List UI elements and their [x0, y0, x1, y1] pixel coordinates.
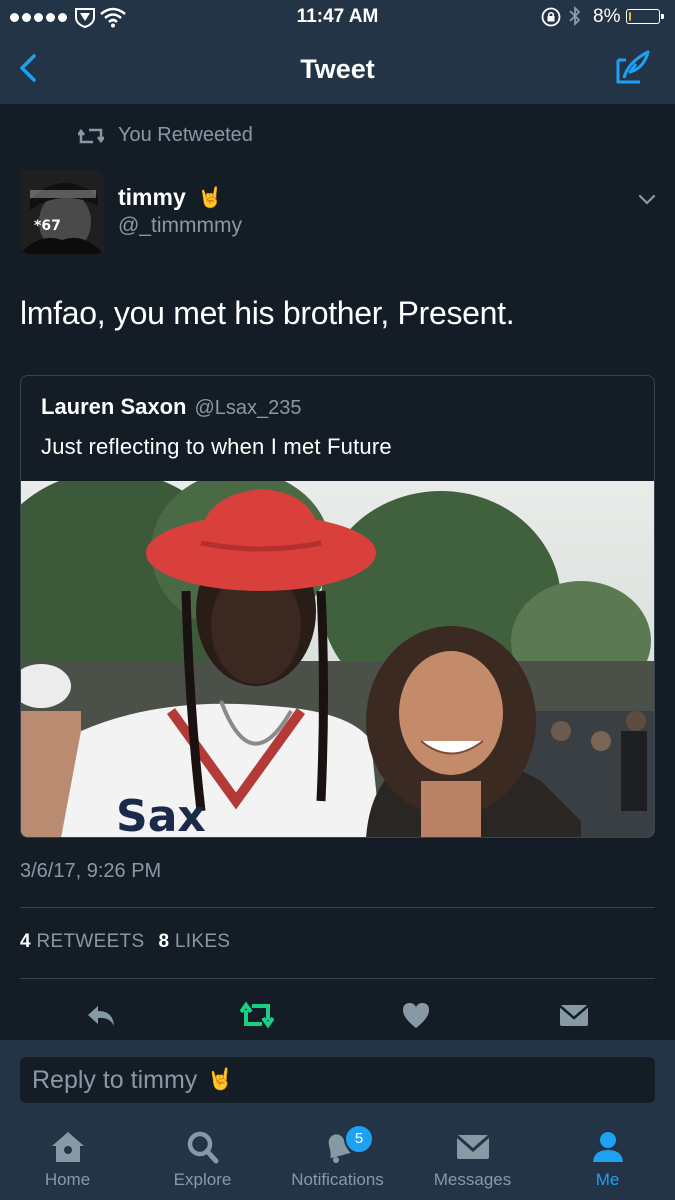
rock-hand-emoji: 🤘 [207, 1068, 234, 1091]
retweet-count: 4 [20, 931, 31, 952]
orientation-lock-icon [541, 7, 561, 27]
quoted-handle: @Lsax_235 [194, 397, 302, 419]
home-icon [51, 1132, 84, 1162]
reply-placeholder: Reply to timmy [32, 1065, 198, 1094]
divider [20, 907, 655, 908]
tab-notifications[interactable]: Notifications [270, 1128, 405, 1190]
battery-percent: 8% [593, 6, 621, 27]
chevron-down-icon[interactable] [636, 188, 658, 210]
reply-button[interactable] [84, 998, 118, 1032]
quoted-tweet-card[interactable]: Lauren Saxon @Lsax_235 Just reflecting t… [20, 375, 655, 838]
retweet-notice: You Retweeted [78, 124, 253, 147]
tab-explore[interactable]: Explore [135, 1128, 270, 1190]
retweet-icon [78, 128, 104, 143]
like-button[interactable] [399, 998, 433, 1032]
tab-notifications-label: Notifications [291, 1170, 384, 1189]
tab-me[interactable]: Me [540, 1128, 675, 1190]
reply-input[interactable]: Reply to timmy 🤘 [20, 1057, 655, 1103]
tweet-text: lmfao, you met his brother, Present. [20, 295, 515, 331]
retweets-label: RETWEETS [36, 931, 145, 952]
author-handle[interactable]: @_timmmmy [118, 214, 242, 238]
tab-messages-label: Messages [433, 1170, 512, 1189]
status-bar: 11:47 AM 8% [0, 0, 675, 34]
avatar-caption: *67 [34, 218, 61, 234]
tab-home[interactable]: Home [0, 1128, 135, 1190]
person-icon [592, 1132, 623, 1162]
tab-messages[interactable]: Messages [405, 1128, 540, 1190]
retweet-notice-label: You Retweeted [118, 124, 253, 146]
retweet-button[interactable] [240, 998, 274, 1032]
quoted-tweet-header: Lauren Saxon @Lsax_235 [41, 394, 302, 420]
tab-me-label: Me [595, 1170, 620, 1189]
author-name-row[interactable]: timmy 🤘 [118, 184, 223, 211]
rock-hand-emoji: 🤘 [197, 187, 223, 209]
like-count: 8 [158, 931, 170, 952]
search-icon [187, 1131, 218, 1164]
page-title: Tweet [300, 54, 375, 84]
tweet-timestamp: 3/6/17, 9:26 PM [20, 860, 162, 882]
like-count-link[interactable]: 8 LIKES [158, 931, 230, 953]
compose-tweet-button[interactable] [612, 48, 652, 88]
battery-level [629, 12, 631, 21]
quoted-tweet-text: Just reflecting to when I met Future [41, 434, 392, 459]
battery-icon [626, 9, 664, 24]
quoted-display-name: Lauren Saxon [41, 394, 187, 419]
retweet-count-link[interactable]: 4 RETWEETS [20, 931, 144, 953]
avatar[interactable]: *67 [20, 170, 104, 254]
tweet-stats: 4 RETWEETS 8 LIKES [20, 931, 230, 953]
tab-explore-label: Explore [173, 1170, 232, 1189]
avatar-photo: *67 [20, 170, 104, 254]
author-display-name: timmy [118, 184, 186, 210]
divider [20, 978, 655, 979]
quoted-tweet-photo[interactable]: Sax [21, 481, 655, 838]
bluetooth-icon [569, 5, 581, 27]
notifications-badge: 5 [344, 1124, 374, 1154]
svg-text:Sax: Sax [116, 791, 206, 838]
tab-home-label: Home [44, 1170, 91, 1189]
likes-label: LIKES [174, 931, 231, 952]
direct-message-button[interactable] [557, 998, 591, 1032]
envelope-icon [455, 1134, 490, 1159]
